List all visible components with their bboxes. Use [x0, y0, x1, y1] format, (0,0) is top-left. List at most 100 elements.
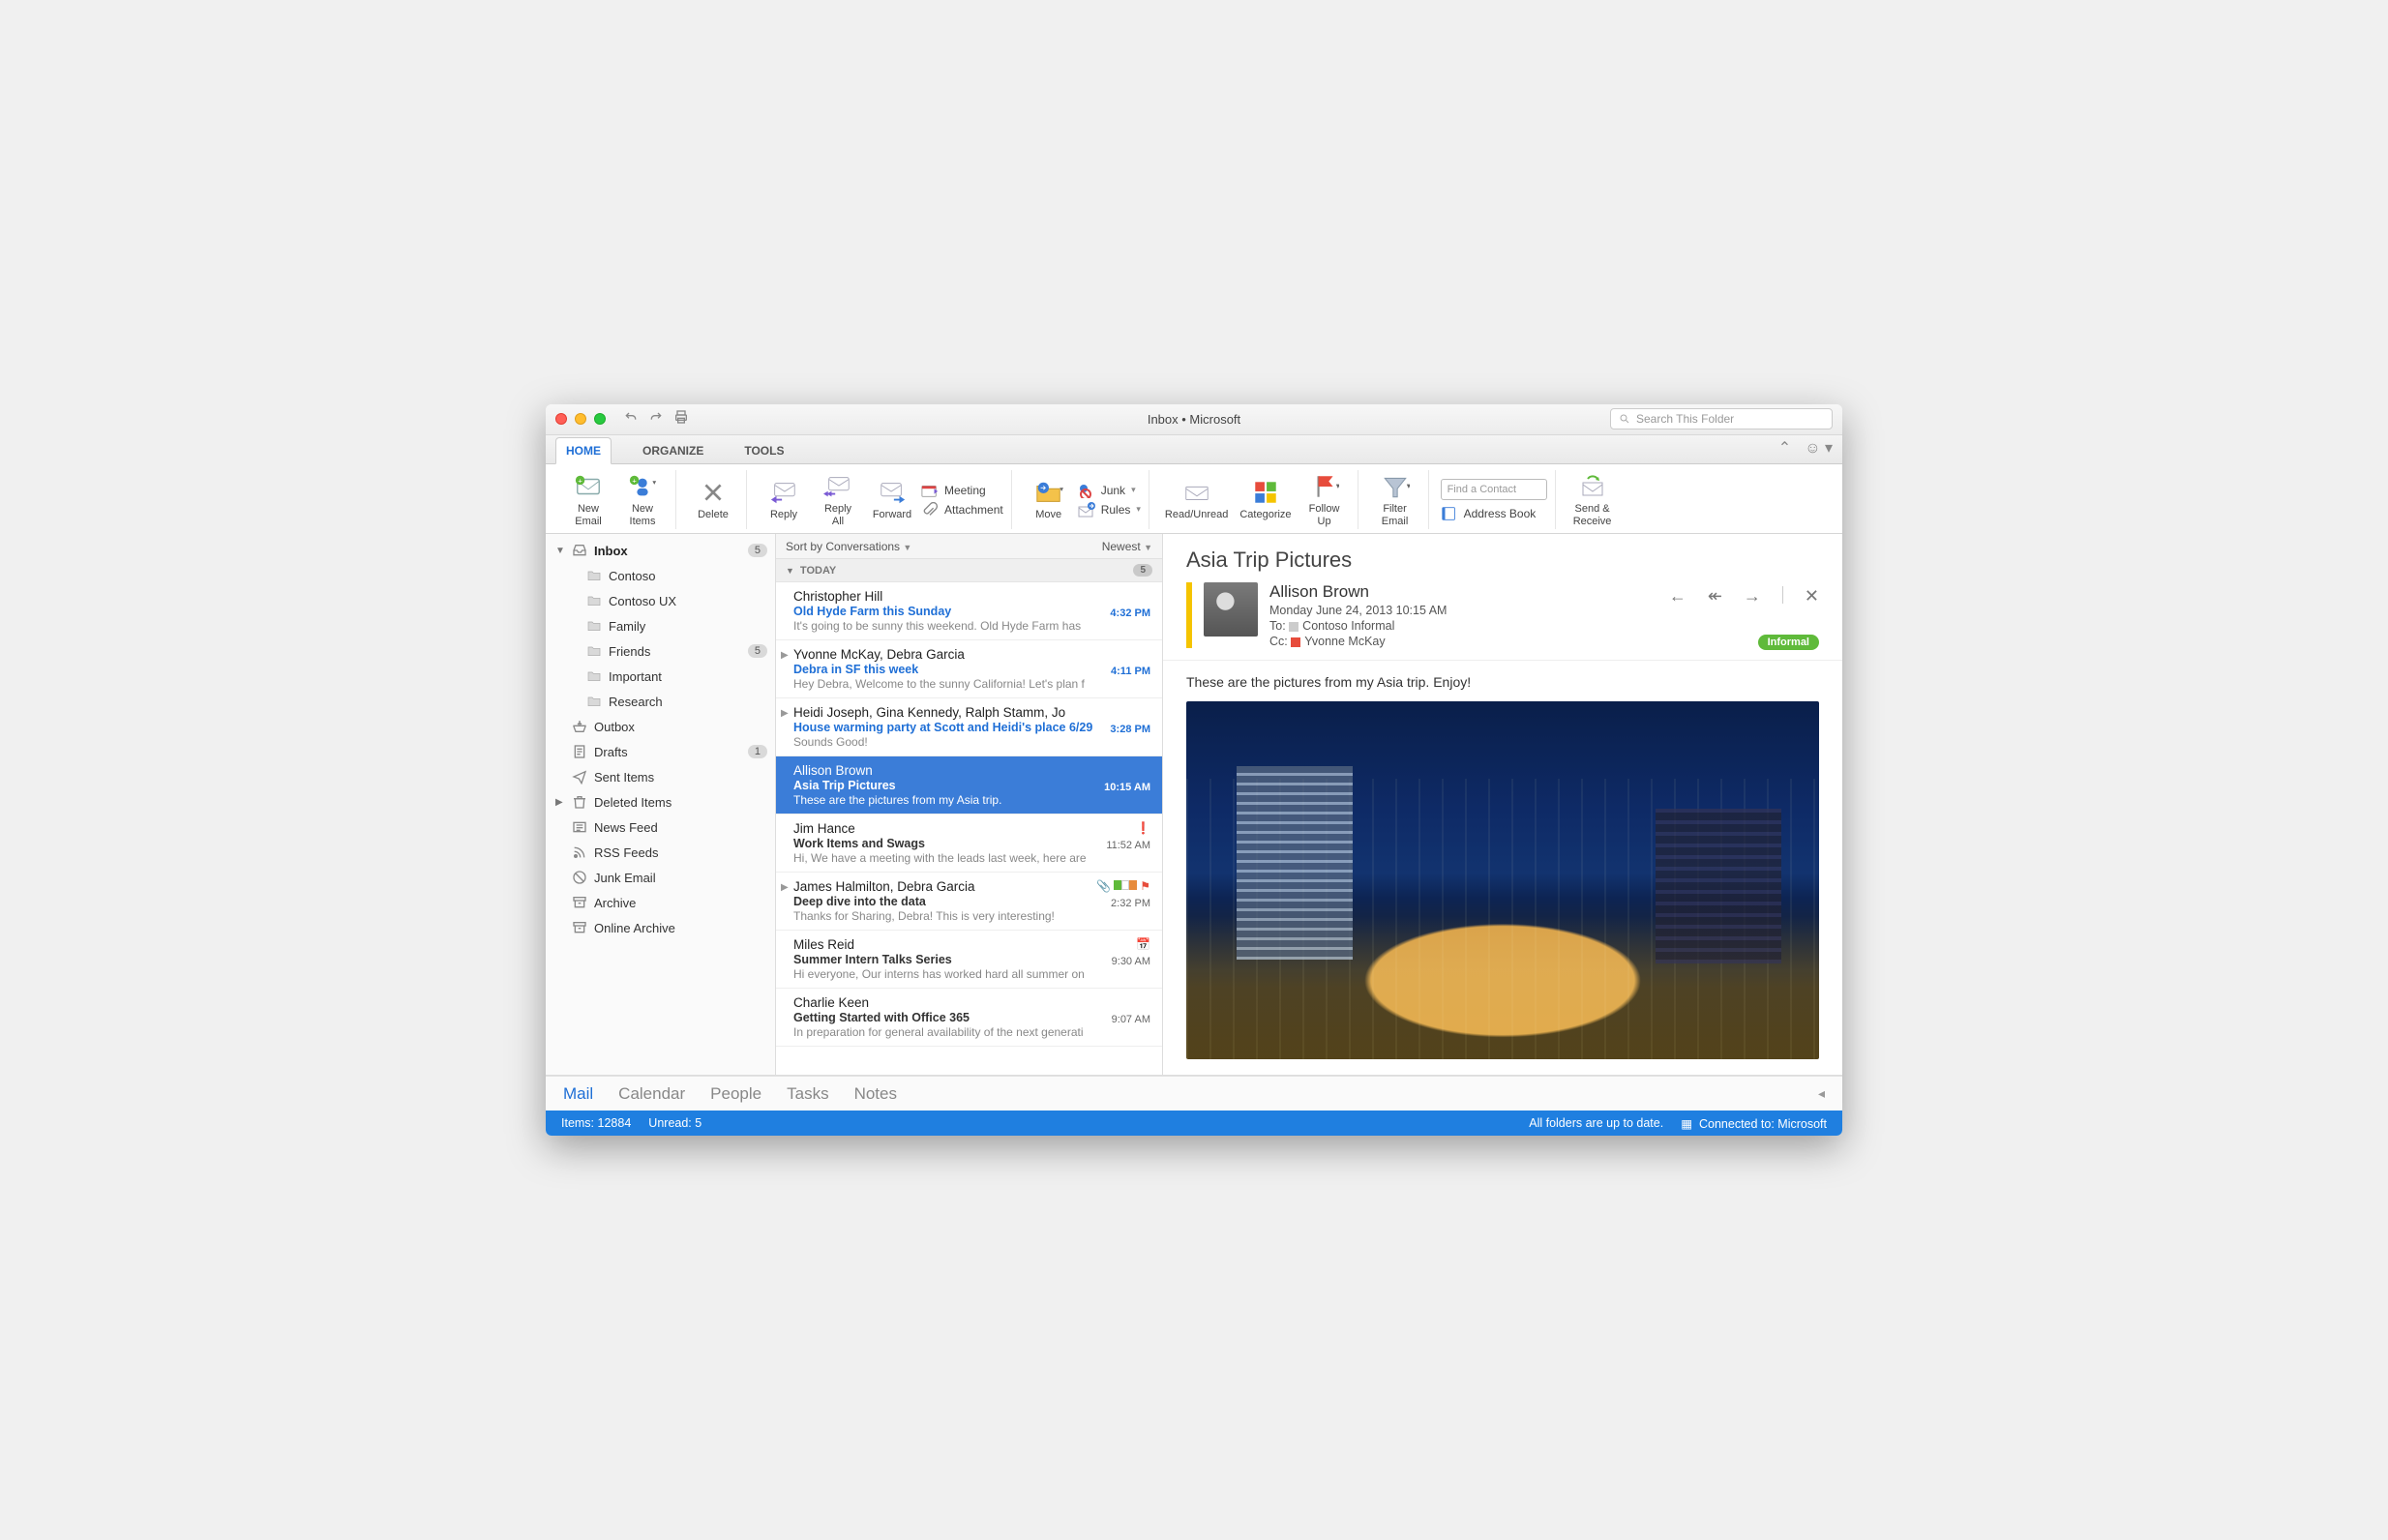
read-unread-button[interactable]: Read/Unread [1161, 476, 1232, 523]
order-button[interactable]: Newest ▼ [1102, 540, 1152, 553]
folder-outbox[interactable]: Outbox [546, 714, 775, 739]
message-group-today[interactable]: ▼ TODAY 5 [776, 559, 1162, 582]
address-book-button[interactable]: Address Book [1441, 506, 1547, 521]
follow-up-button[interactable]: ▾Follow Up [1299, 470, 1350, 529]
nav-notes[interactable]: Notes [854, 1084, 897, 1104]
folder-important[interactable]: Important [546, 664, 775, 689]
nav-people[interactable]: People [710, 1084, 761, 1104]
inbox-icon [572, 543, 587, 558]
new-items-button[interactable]: +▾New Items [617, 470, 668, 529]
reply-all-arrow-button[interactable]: ↞ [1708, 586, 1722, 607]
window-zoom-button[interactable] [594, 413, 606, 425]
folder-inbox[interactable]: ▼Inbox5 [546, 538, 775, 563]
tab-organize[interactable]: ORGANIZE [633, 438, 713, 463]
sender-name[interactable]: Allison Brown [1269, 582, 1657, 602]
prev-message-button[interactable]: ← [1669, 586, 1687, 607]
message-item[interactable]: ▶Yvonne McKay, Debra GarciaDebra in SF t… [776, 640, 1162, 698]
reading-body: These are the pictures from my Asia trip… [1163, 661, 1842, 1073]
traffic-lights [555, 413, 606, 425]
folder-research[interactable]: Research [546, 689, 775, 714]
delete-button[interactable]: Delete [688, 476, 738, 523]
folder-contoso-ux[interactable]: Contoso UX [546, 588, 775, 613]
message-subject: Old Hyde Farm this Sunday [793, 605, 1150, 618]
thread-expand-icon[interactable]: ▶ [781, 882, 789, 893]
reply-button[interactable]: Reply [759, 476, 809, 523]
folder-icon [586, 568, 602, 583]
emoji-button[interactable]: ☺ ▾ [1805, 438, 1833, 458]
nav-collapse-button[interactable]: ◂ [1818, 1085, 1825, 1102]
status-items: Items: 12884 [561, 1116, 631, 1130]
new-email-button[interactable]: +New Email [563, 470, 613, 529]
folder-icon [586, 668, 602, 684]
redo-button[interactable] [648, 409, 664, 429]
reply-all-button[interactable]: Reply All [813, 470, 863, 529]
forward-button[interactable]: Forward [867, 476, 917, 523]
message-item[interactable]: ▶Heidi Joseph, Gina Kennedy, Ralph Stamm… [776, 698, 1162, 756]
nav-calendar[interactable]: Calendar [618, 1084, 685, 1104]
expand-icon[interactable]: ▼ [555, 546, 565, 556]
message-item[interactable]: 📅Miles ReidSummer Intern Talks SeriesHi … [776, 931, 1162, 989]
thread-expand-icon[interactable]: ▶ [781, 650, 789, 661]
rules-button[interactable]: Rules▾ [1078, 502, 1141, 518]
message-subject: Debra in SF this week [793, 663, 1150, 676]
attachment-button[interactable]: Attachment [921, 502, 1003, 518]
folder-sent-items[interactable]: Sent Items [546, 764, 775, 789]
message-subject: Summer Intern Talks Series [793, 953, 1150, 966]
nav-mail[interactable]: Mail [563, 1084, 593, 1104]
meeting-button[interactable]: Meeting [921, 483, 1003, 498]
quick-access-toolbar [623, 409, 689, 429]
folder-online-archive[interactable]: Online Archive [546, 915, 775, 940]
folder-label: Deleted Items [594, 795, 767, 810]
to-row: To: Contoso Informal [1269, 619, 1657, 633]
folder-junk-email[interactable]: Junk Email [546, 865, 775, 890]
send-receive-button[interactable]: Send & Receive [1567, 470, 1618, 529]
window-close-button[interactable] [555, 413, 567, 425]
ribbon: +New Email +▾New Items Delete Reply Repl… [546, 464, 1842, 534]
message-time: 3:28 PM [1110, 724, 1150, 735]
sender-avatar[interactable] [1204, 582, 1258, 637]
find-contact-input[interactable]: Find a Contact [1441, 479, 1547, 500]
folder-archive[interactable]: Archive [546, 890, 775, 915]
search-input[interactable]: Search This Folder [1610, 408, 1833, 429]
junk-button[interactable]: Junk▾ [1078, 483, 1141, 498]
message-item[interactable]: ❗Jim HanceWork Items and SwagsHi, We hav… [776, 814, 1162, 873]
folder-icon [586, 643, 602, 659]
folder-rss-feeds[interactable]: RSS Feeds [546, 840, 775, 865]
message-item[interactable]: Charlie KeenGetting Started with Office … [776, 989, 1162, 1047]
thread-expand-icon[interactable]: ▶ [781, 708, 789, 719]
folder-family[interactable]: Family [546, 613, 775, 638]
module-nav: Mail Calendar People Tasks Notes ◂ [546, 1076, 1842, 1111]
folder-news-feed[interactable]: News Feed [546, 814, 775, 840]
next-message-button[interactable]: → [1744, 586, 1761, 607]
folder-friends[interactable]: Friends5 [546, 638, 775, 664]
window-minimize-button[interactable] [575, 413, 586, 425]
folder-label: Outbox [594, 720, 767, 734]
category-tag[interactable]: Informal [1758, 633, 1819, 650]
sort-button[interactable]: Sort by Conversations ▼ [786, 540, 911, 553]
close-reading-button[interactable]: ✕ [1805, 586, 1819, 607]
categorize-button[interactable]: Categorize [1236, 476, 1295, 523]
collapse-ribbon-button[interactable]: ⌃ [1778, 438, 1791, 458]
message-item[interactable]: ▶📎 ⚑James Halmilton, Debra GarciaDeep di… [776, 873, 1162, 931]
folder-drafts[interactable]: Drafts1 [546, 739, 775, 764]
tab-tools[interactable]: TOOLS [734, 438, 793, 463]
category-stripe [1186, 582, 1192, 648]
message-preview: These are the pictures from my Asia trip… [793, 793, 1150, 807]
folder-contoso[interactable]: Contoso [546, 563, 775, 588]
importance-icon: ❗ [1136, 821, 1150, 835]
message-item[interactable]: Allison BrownAsia Trip PicturesThese are… [776, 756, 1162, 814]
message-item[interactable]: Christopher HillOld Hyde Farm this Sunda… [776, 582, 1162, 640]
folder-label: News Feed [594, 820, 767, 835]
move-button[interactable]: ▾Move [1024, 476, 1074, 523]
folder-label: Friends [609, 644, 741, 659]
nav-tasks[interactable]: Tasks [787, 1084, 828, 1104]
print-button[interactable] [673, 409, 689, 429]
folder-deleted-items[interactable]: ▶ Deleted Items [546, 789, 775, 814]
filter-email-button[interactable]: ▾Filter Email [1370, 470, 1420, 529]
expand-icon[interactable]: ▶ [555, 797, 565, 808]
sync-status: All folders are up to date. [1529, 1116, 1663, 1130]
tab-home[interactable]: HOME [555, 437, 612, 464]
folder-label: Junk Email [594, 871, 767, 885]
undo-button[interactable] [623, 409, 639, 429]
message-from: Jim Hance [793, 821, 1150, 836]
